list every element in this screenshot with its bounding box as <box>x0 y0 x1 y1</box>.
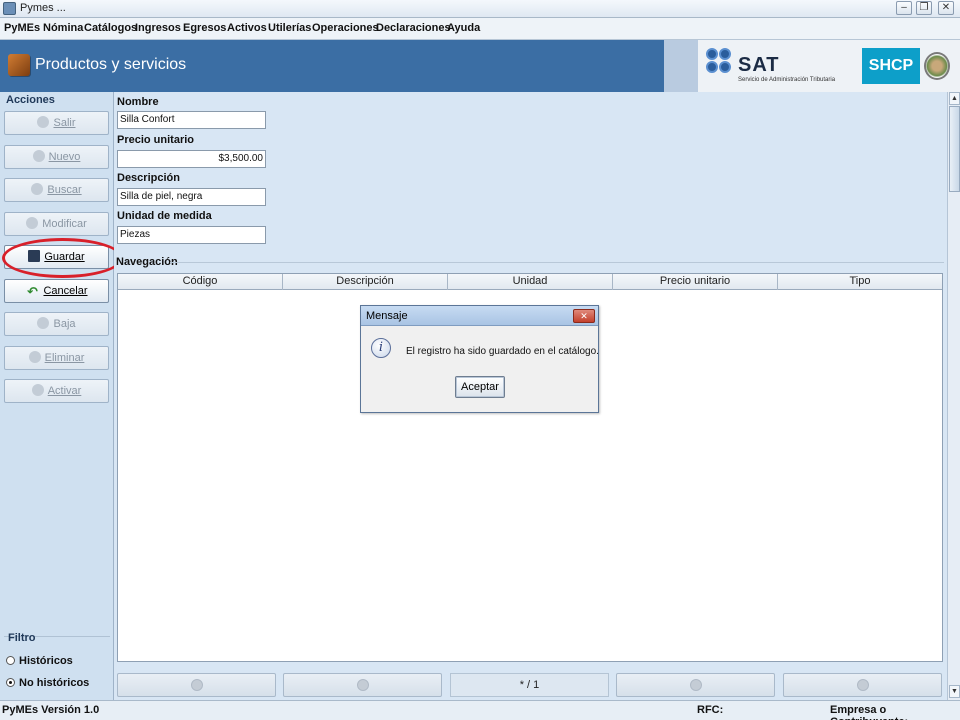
sat-subtitle: Servicio de Administración Tributaria <box>738 77 836 83</box>
price-field[interactable]: $3,500.00 <box>117 150 266 168</box>
shcp-logo: SHCP <box>862 48 920 84</box>
menu-operaciones[interactable]: Operaciones <box>312 22 379 34</box>
app-icon <box>3 2 16 15</box>
column-header-unidad[interactable]: Unidad <box>448 274 613 290</box>
window-title: Pymes ... <box>20 2 66 14</box>
radio-historicos[interactable]: Históricos <box>6 655 73 667</box>
window-titlebar: Pymes ... – ❐ ✕ <box>0 0 960 18</box>
menu-utilerias[interactable]: Utilerías <box>268 22 311 34</box>
cancelar-label: Cancelar <box>43 285 88 297</box>
exit-icon <box>37 116 50 128</box>
menu-ayuda[interactable]: Ayuda <box>447 22 480 34</box>
description-label: Descripción <box>117 172 180 184</box>
cancelar-button[interactable]: ↶ Cancelar <box>4 279 109 303</box>
accept-button[interactable]: Aceptar <box>455 376 505 398</box>
column-header-precio[interactable]: Precio unitario <box>613 274 778 290</box>
lightbulb-icon <box>31 384 44 396</box>
rfc-label: RFC: <box>697 704 724 716</box>
logo-strip <box>664 40 698 92</box>
pencil-icon <box>26 217 39 229</box>
vertical-scrollbar[interactable]: ▲ ▼ <box>947 92 960 700</box>
national-seal-icon <box>924 52 950 80</box>
historicos-label: Históricos <box>19 655 73 667</box>
sat-label: SAT <box>738 54 780 76</box>
salir-button[interactable]: Salir <box>4 111 109 135</box>
modificar-label: Modificar <box>42 218 87 230</box>
dialog-titlebar: Mensaje <box>361 306 598 326</box>
nuevo-label: Nuevo <box>48 151 81 163</box>
menu-nomina[interactable]: Nómina <box>43 22 83 34</box>
menu-bar: PyMEs Nómina Catálogos Ingresos Egresos … <box>0 18 960 40</box>
no-historicos-label: No históricos <box>19 677 90 689</box>
last-page-button[interactable] <box>783 673 942 697</box>
menu-ingresos[interactable]: Ingresos <box>135 22 181 34</box>
highlight-circle <box>2 238 123 278</box>
radio-no-historicos[interactable]: No históricos <box>6 677 89 689</box>
message-dialog: Mensaje ✕ i El registro ha sido guardado… <box>360 305 599 413</box>
menu-activos[interactable]: Activos <box>227 22 267 34</box>
first-icon <box>190 679 203 691</box>
baja-label: Baja <box>53 318 76 330</box>
menu-pymes[interactable]: PyMEs <box>4 22 40 34</box>
menu-catalogos[interactable]: Catálogos <box>84 22 137 34</box>
modificar-button[interactable]: Modificar <box>4 212 109 236</box>
maximize-icon[interactable]: ❐ <box>916 1 932 15</box>
table-header: Código Descripción Unidad Precio unitari… <box>118 274 942 290</box>
activar-button[interactable]: Activar <box>4 379 109 403</box>
buscar-button[interactable]: Buscar <box>4 178 109 202</box>
nuevo-button[interactable]: Nuevo <box>4 145 109 169</box>
page-title: Productos y servicios <box>35 56 187 73</box>
column-header-descripcion[interactable]: Descripción <box>283 274 448 290</box>
dialog-message: El registro ha sido guardado en el catál… <box>406 346 599 357</box>
menu-egresos[interactable]: Egresos <box>183 22 226 34</box>
divider <box>170 262 944 263</box>
navigation-title: Navegación <box>116 256 178 268</box>
eliminar-button[interactable]: Eliminar <box>4 346 109 370</box>
price-label: Precio unitario <box>117 134 195 146</box>
company-label: Empresa o Contribuyente: <box>830 704 908 720</box>
prev-page-button[interactable] <box>283 673 442 697</box>
radio-button-selected[interactable] <box>6 678 15 687</box>
name-field[interactable]: Silla Confort <box>117 111 266 129</box>
box-icon <box>8 54 30 76</box>
column-header-tipo[interactable]: Tipo <box>778 274 942 290</box>
sat-logo <box>706 48 734 84</box>
undo-arrow-icon: ↶ <box>27 284 38 299</box>
unit-label: Unidad de medida <box>117 210 212 222</box>
new-icon <box>32 150 45 162</box>
scroll-thumb[interactable] <box>949 106 960 192</box>
activar-label: Activar <box>47 385 82 397</box>
version-text: PyMEs Versión 1.0 <box>2 704 100 716</box>
search-icon <box>31 183 44 195</box>
unit-field[interactable]: Piezas <box>117 226 266 244</box>
first-page-button[interactable] <box>117 673 276 697</box>
prev-icon <box>356 679 369 691</box>
down-icon <box>37 317 50 329</box>
salir-label: Salir <box>53 117 76 129</box>
next-page-button[interactable] <box>616 673 775 697</box>
scroll-up-icon[interactable]: ▲ <box>949 92 960 105</box>
next-icon <box>689 679 702 691</box>
dialog-title: Mensaje <box>366 310 408 322</box>
page-indicator: * / 1 <box>450 673 609 697</box>
delete-icon <box>28 351 41 363</box>
radio-button[interactable] <box>6 656 15 665</box>
baja-button[interactable]: Baja <box>4 312 109 336</box>
minimize-icon[interactable]: – <box>896 1 912 15</box>
column-header-codigo[interactable]: Código <box>118 274 283 290</box>
last-icon <box>856 679 869 691</box>
scroll-down-icon[interactable]: ▼ <box>949 685 960 698</box>
status-bar: PyMEs Versión 1.0 RFC: Empresa o Contrib… <box>0 700 960 720</box>
actions-title: Acciones <box>6 94 55 106</box>
filter-title: Filtro <box>8 632 36 644</box>
info-icon: i <box>371 338 391 358</box>
header-banner: Productos y servicios <box>0 40 960 92</box>
dialog-close-icon[interactable]: ✕ <box>573 309 595 323</box>
menu-declaraciones[interactable]: Declaraciones <box>376 22 451 34</box>
eliminar-label: Eliminar <box>44 352 85 364</box>
buscar-label: Buscar <box>47 184 82 196</box>
name-label: Nombre <box>117 96 159 108</box>
close-icon[interactable]: ✕ <box>938 1 954 15</box>
description-field[interactable]: Silla de piel, negra <box>117 188 266 206</box>
